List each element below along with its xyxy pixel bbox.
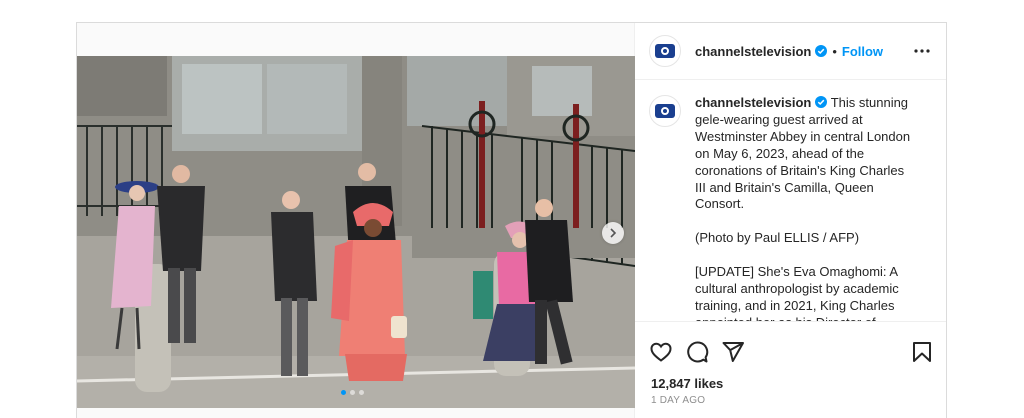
channels-logo-icon: [655, 44, 675, 58]
carousel-dot: [341, 390, 346, 395]
more-options-button[interactable]: [912, 41, 932, 61]
comment-icon: [687, 341, 709, 363]
next-slide-button[interactable]: [602, 222, 624, 244]
verified-badge-icon: [815, 96, 828, 108]
actions-bar: 12,847 likes 1 DAY AGO: [635, 321, 946, 406]
more-options-icon: [914, 49, 930, 53]
post-timestamp[interactable]: 1 DAY AGO: [635, 391, 946, 406]
carousel-indicator: [341, 390, 364, 395]
post-photo[interactable]: [77, 56, 635, 408]
chevron-right-icon: [610, 228, 617, 238]
caption-text: This stunning gele-wearing guest arrived…: [695, 95, 911, 321]
carousel-dot: [359, 390, 364, 395]
caption: channelstelevision This stunning gele-we…: [635, 81, 946, 321]
like-button[interactable]: [649, 340, 673, 364]
carousel-dot: [350, 390, 355, 395]
share-button[interactable]: [721, 340, 745, 364]
comment-button[interactable]: [685, 340, 709, 364]
save-button[interactable]: [910, 340, 934, 364]
caption-username[interactable]: channelstelevision: [695, 95, 811, 110]
caption-scroll-area[interactable]: channelstelevision This stunning gele-we…: [635, 81, 946, 321]
like-count[interactable]: 12,847 likes: [635, 370, 946, 391]
post-sidebar: channelstelevision • Follow channelstele…: [635, 23, 946, 418]
verified-badge-icon: [815, 45, 828, 57]
caption-avatar[interactable]: [649, 95, 681, 127]
header-separator: •: [832, 43, 837, 59]
share-icon: [722, 342, 744, 362]
heart-icon: [650, 342, 672, 362]
action-icons: [635, 322, 946, 370]
follow-button[interactable]: Follow: [842, 44, 883, 59]
photo-scene: [77, 56, 635, 408]
post-media: [77, 23, 635, 418]
caption-body: channelstelevision This stunning gele-we…: [695, 95, 915, 321]
instagram-post-card: channelstelevision • Follow channelstele…: [76, 22, 947, 418]
post-header: channelstelevision • Follow: [635, 23, 946, 80]
bookmark-icon: [913, 342, 931, 362]
header-username[interactable]: channelstelevision: [695, 44, 811, 59]
channels-logo-icon: [655, 104, 675, 118]
avatar[interactable]: [649, 35, 681, 67]
